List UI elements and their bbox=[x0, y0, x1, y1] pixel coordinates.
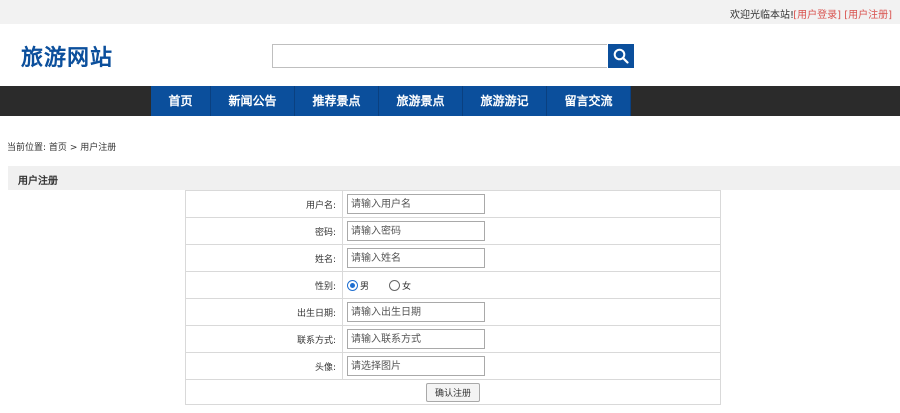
password-label: 密码: bbox=[185, 217, 343, 245]
search-icon bbox=[613, 48, 629, 64]
nav-item-home[interactable]: 首页 bbox=[151, 86, 211, 116]
nav-item-news[interactable]: 新闻公告 bbox=[211, 86, 295, 116]
gender-male-radio[interactable] bbox=[347, 279, 358, 291]
nav-item-recommended[interactable]: 推荐景点 bbox=[295, 86, 379, 116]
register-form: 用户名: 密码: 姓名: 性别: 男 女 出生日期: 联系方式: 头像: bbox=[185, 190, 721, 405]
nav-item-messages[interactable]: 留言交流 bbox=[547, 86, 631, 116]
birthday-input[interactable] bbox=[347, 302, 485, 322]
avatar-input[interactable] bbox=[347, 356, 485, 376]
form-row-gender: 性别: 男 女 bbox=[185, 271, 721, 299]
form-row-submit: 确认注册 bbox=[185, 379, 721, 405]
form-row-password: 密码: bbox=[185, 217, 721, 245]
contact-label: 联系方式: bbox=[185, 325, 343, 353]
nav-item-travelogues[interactable]: 旅游游记 bbox=[463, 86, 547, 116]
password-input[interactable] bbox=[347, 221, 485, 241]
search-button[interactable] bbox=[608, 44, 634, 68]
form-row-birthday: 出生日期: bbox=[185, 298, 721, 326]
gender-female-label: 女 bbox=[402, 281, 412, 292]
submit-register-button[interactable]: 确认注册 bbox=[425, 382, 480, 402]
contact-input[interactable] bbox=[347, 329, 485, 349]
birthday-label: 出生日期: bbox=[185, 298, 343, 326]
welcome-text: 欢迎光临本站! bbox=[729, 10, 794, 21]
nav-item-attractions[interactable]: 旅游景点 bbox=[379, 86, 463, 116]
auth-links: [用户登录] [用户注册] bbox=[793, 6, 892, 21]
top-bar: 欢迎光临本站! [用户登录] [用户注册] bbox=[0, 0, 900, 24]
search-input[interactable] bbox=[272, 44, 607, 68]
breadcrumb-prefix: 当前位置: bbox=[7, 143, 47, 153]
form-row-username: 用户名: bbox=[185, 190, 721, 218]
username-input[interactable] bbox=[347, 194, 485, 214]
breadcrumb-home[interactable]: 首页 bbox=[49, 143, 67, 153]
form-row-avatar: 头像: bbox=[185, 352, 721, 380]
gender-label: 性别: bbox=[185, 271, 343, 299]
main-nav: 首页 新闻公告 推荐景点 旅游景点 旅游游记 留言交流 bbox=[151, 86, 631, 116]
name-input[interactable] bbox=[347, 248, 485, 268]
breadcrumb-current: 用户注册 bbox=[80, 143, 117, 153]
name-label: 姓名: bbox=[185, 244, 343, 272]
form-row-contact: 联系方式: bbox=[185, 325, 721, 353]
main-nav-bar: 首页 新闻公告 推荐景点 旅游景点 旅游游记 留言交流 bbox=[0, 86, 900, 116]
form-row-name: 姓名: bbox=[185, 244, 721, 272]
login-link[interactable]: [用户登录] bbox=[793, 10, 841, 21]
gender-radio-group: 男 女 bbox=[347, 279, 720, 292]
gender-female-radio[interactable] bbox=[389, 279, 401, 291]
register-link[interactable]: [用户注册] bbox=[844, 10, 892, 21]
username-label: 用户名: bbox=[185, 190, 343, 218]
section-title: 用户注册 bbox=[18, 176, 58, 187]
site-logo[interactable]: 旅游网站 bbox=[21, 40, 113, 72]
breadcrumb-separator: > bbox=[69, 143, 78, 153]
breadcrumb: 当前位置: 首页 > 用户注册 bbox=[7, 140, 116, 153]
search-bar bbox=[272, 44, 634, 68]
avatar-label: 头像: bbox=[185, 352, 343, 380]
gender-male-label: 男 bbox=[360, 281, 370, 292]
section-header: 用户注册 bbox=[8, 166, 900, 190]
